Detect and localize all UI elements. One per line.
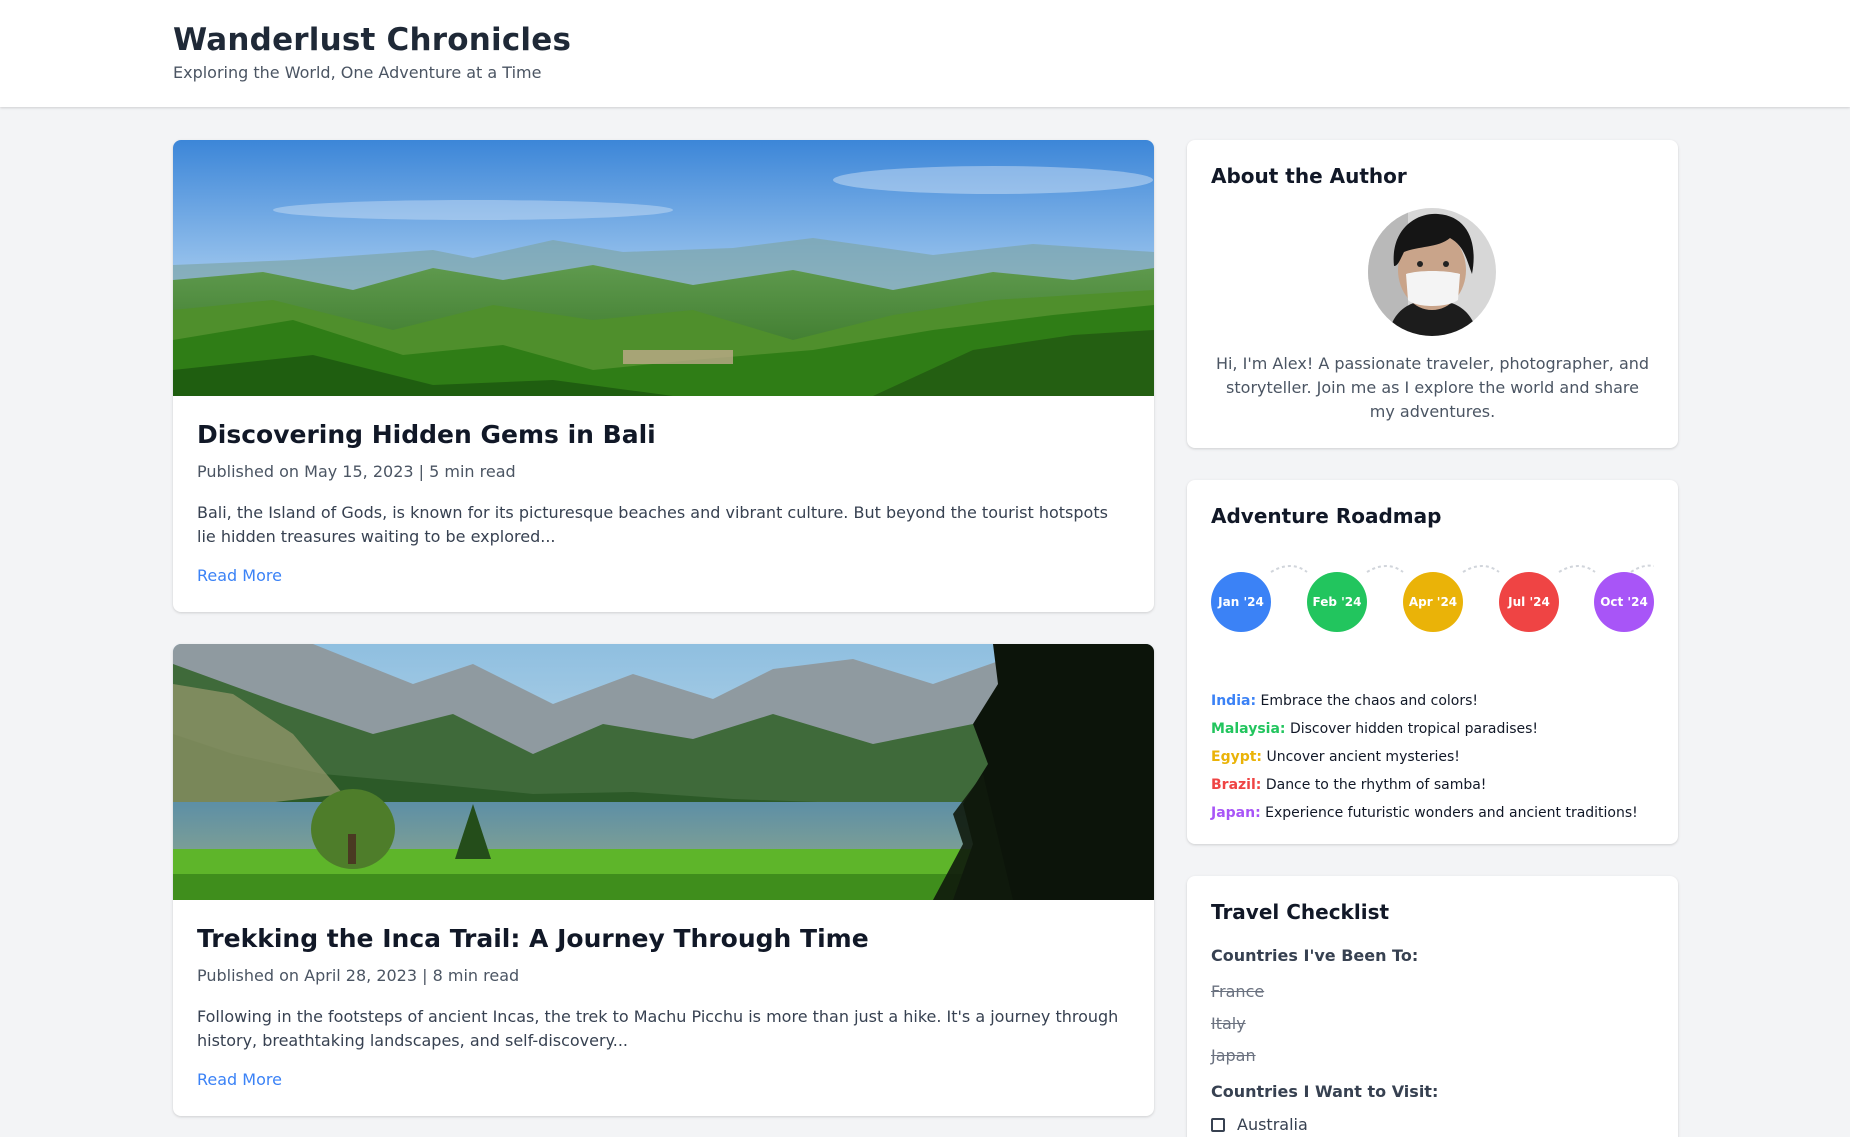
destination-list: India: Embrace the chaos and colors! Mal… xyxy=(1211,687,1661,827)
blog-post-card: Trekking the Inca Trail: A Journey Throu… xyxy=(173,644,1154,1116)
avatar xyxy=(1368,208,1496,336)
widget-title: Adventure Roadmap xyxy=(1211,504,1442,528)
destination-country: Egypt: xyxy=(1211,749,1263,765)
post-meta: Published on May 15, 2023 | 5 min read xyxy=(197,462,516,481)
destination-item: Egypt: Uncover ancient mysteries! xyxy=(1211,743,1661,771)
about-text: Hi, I'm Alex! A passionate traveler, pho… xyxy=(1215,354,1650,421)
blog-post-card: Discovering Hidden Gems in Bali Publishe… xyxy=(173,140,1154,612)
post-title[interactable]: Trekking the Inca Trail: A Journey Throu… xyxy=(197,924,869,953)
post-title[interactable]: Discovering Hidden Gems in Bali xyxy=(197,420,656,449)
wish-list: Australia xyxy=(1211,1112,1308,1137)
roadmap-timeline: Jan '24 Feb '24 Apr '24 Jul '24 Oct '24 xyxy=(1211,552,1654,632)
post-meta: Published on April 28, 2023 | 8 min read xyxy=(197,966,520,985)
read-more-link[interactable]: Read More xyxy=(197,1070,282,1089)
destination-item: Japan: Experience futuristic wonders and… xyxy=(1211,799,1661,827)
destination-country: Japan: xyxy=(1211,805,1261,821)
post-excerpt: Following in the footsteps of ancient In… xyxy=(197,1007,1119,1050)
destination-note: Dance to the rhythm of samba! xyxy=(1265,777,1487,793)
destination-country: India: xyxy=(1211,693,1257,709)
checkbox[interactable] xyxy=(1211,1118,1225,1132)
wish-label: Countries I Want to Visit: xyxy=(1211,1082,1439,1101)
travel-checklist-widget: Travel Checklist Countries I've Been To:… xyxy=(1187,876,1678,1137)
widget-title: About the Author xyxy=(1211,164,1407,188)
post-image-inca-trail[interactable] xyxy=(173,644,1154,900)
destination-note: Embrace the chaos and colors! xyxy=(1260,693,1479,709)
destination-note: Discover hidden tropical paradises! xyxy=(1289,721,1539,737)
about-author-widget: About the Author Hi, I'm Alex! A passion… xyxy=(1187,140,1678,448)
visited-country: Italy xyxy=(1211,1014,1246,1033)
visited-list: France Italy Japan xyxy=(1211,976,1264,1072)
visited-country: France xyxy=(1211,982,1265,1001)
wish-list-item: Australia xyxy=(1211,1112,1308,1137)
milestone-feb-24[interactable]: Feb '24 xyxy=(1307,572,1367,632)
milestone-apr-24[interactable]: Apr '24 xyxy=(1403,572,1463,632)
destination-item: Malaysia: Discover hidden tropical parad… xyxy=(1211,715,1661,743)
site-header: Wanderlust Chronicles Exploring the Worl… xyxy=(0,0,1850,107)
destination-item: Brazil: Dance to the rhythm of samba! xyxy=(1211,771,1661,799)
milestone-oct-24[interactable]: Oct '24 xyxy=(1594,572,1654,632)
site-title[interactable]: Wanderlust Chronicles xyxy=(173,22,571,58)
destination-note: Uncover ancient mysteries! xyxy=(1266,749,1460,765)
visited-country: Japan xyxy=(1211,1046,1256,1065)
destination-note: Experience futuristic wonders and ancien… xyxy=(1265,805,1638,821)
read-more-link[interactable]: Read More xyxy=(197,566,282,585)
post-excerpt: Bali, the Island of Gods, is known for i… xyxy=(197,503,1108,546)
post-image-bali[interactable] xyxy=(173,140,1154,396)
adventure-roadmap-widget: Adventure Roadmap Jan '24 Feb '24 Apr '2… xyxy=(1187,480,1678,844)
site-tagline: Exploring the World, One Adventure at a … xyxy=(173,63,542,82)
milestone-jul-24[interactable]: Jul '24 xyxy=(1499,572,1559,632)
destination-country: Brazil: xyxy=(1211,777,1262,793)
milestone-jan-24[interactable]: Jan '24 xyxy=(1211,572,1271,632)
visited-label: Countries I've Been To: xyxy=(1211,946,1419,965)
destination-item: India: Embrace the chaos and colors! xyxy=(1211,687,1661,715)
widget-title: Travel Checklist xyxy=(1211,900,1390,924)
wish-country: Australia xyxy=(1237,1115,1308,1134)
destination-country: Malaysia: xyxy=(1211,721,1286,737)
